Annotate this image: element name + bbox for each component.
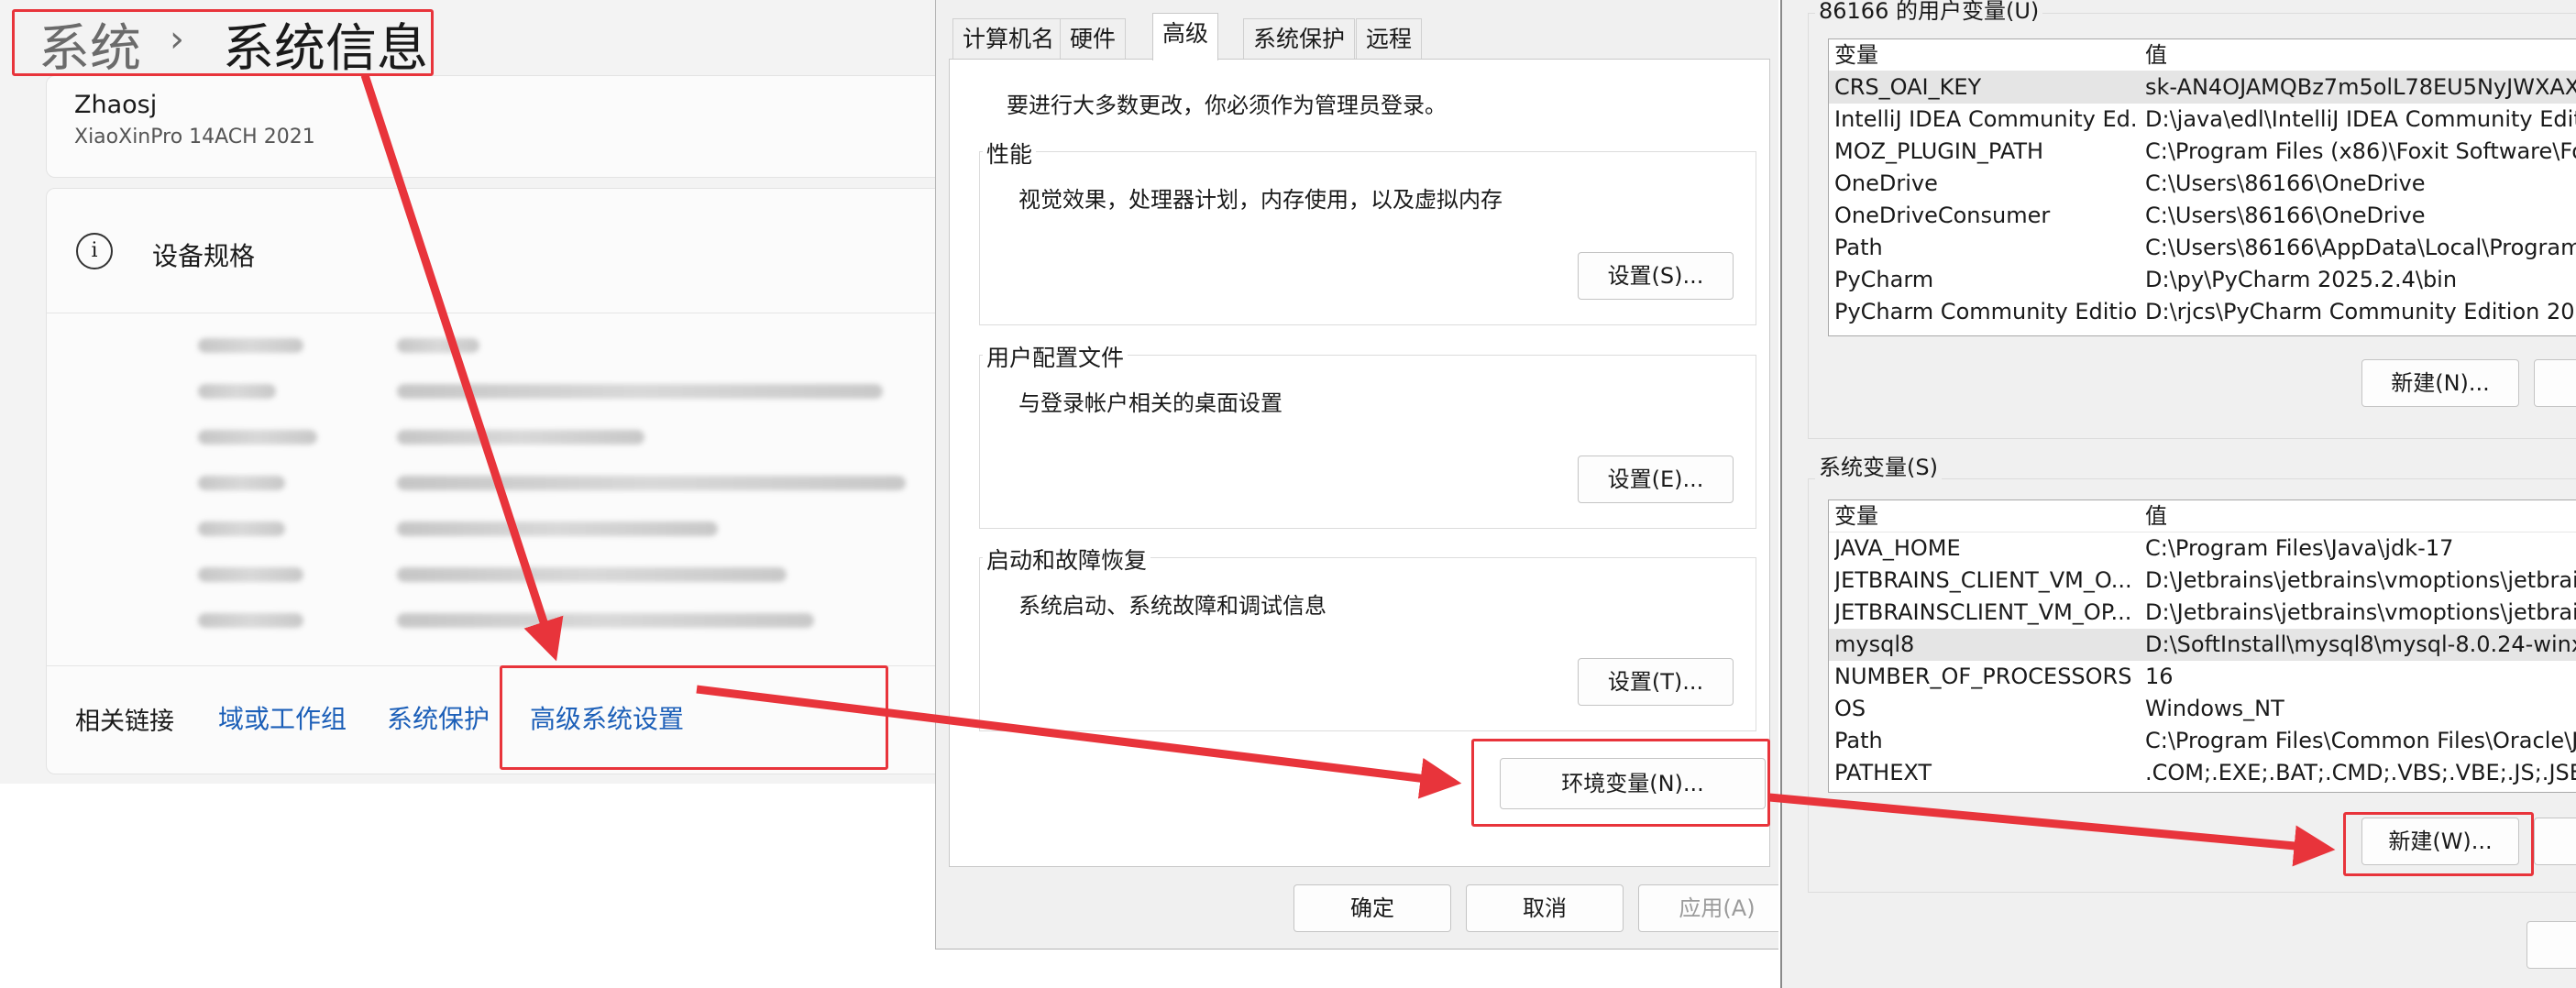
arrow-to-advanced-link	[360, 73, 564, 662]
arrow-to-env-button	[696, 685, 1462, 799]
annotation-arrows	[360, 73, 2336, 867]
arrow-to-new-button	[1768, 793, 2336, 867]
